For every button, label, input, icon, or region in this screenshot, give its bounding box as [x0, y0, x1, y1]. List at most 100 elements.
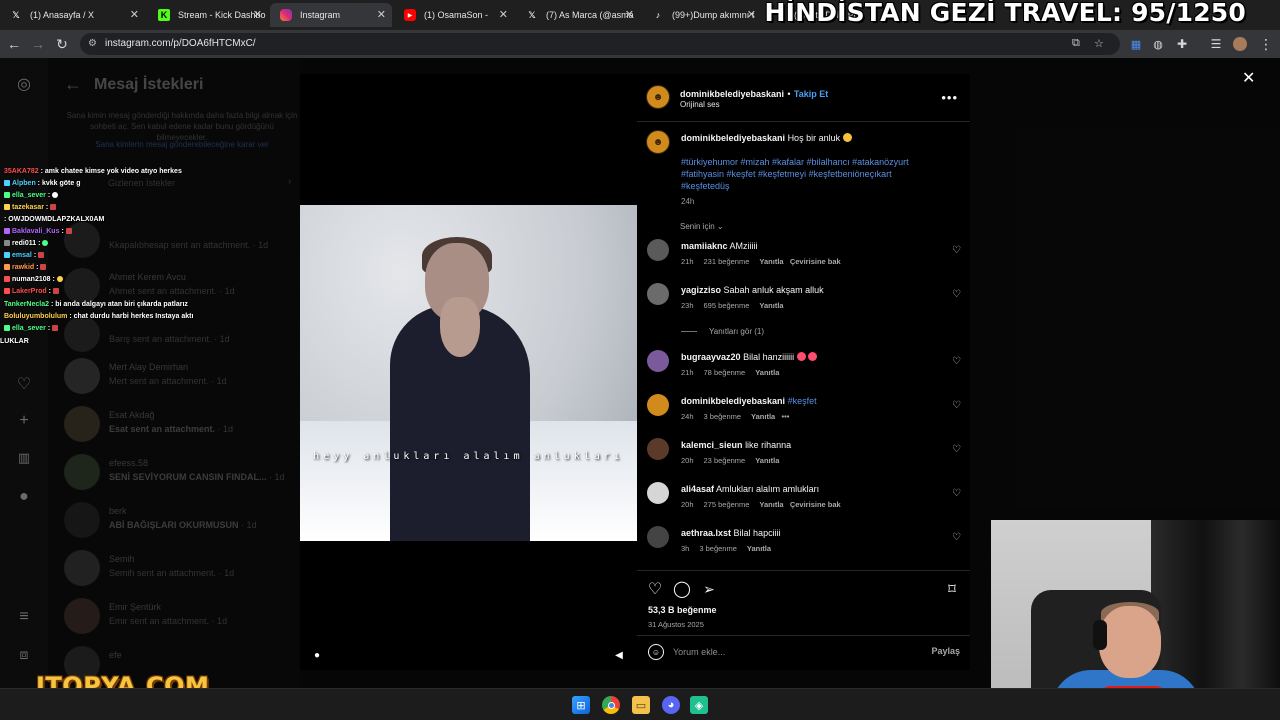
tab-label: (1) OsamaSon - — [424, 10, 489, 20]
user-tag-icon[interactable]: ● — [310, 648, 324, 662]
translate-button[interactable]: Çevirisine bak — [790, 257, 841, 266]
avatar[interactable] — [647, 350, 669, 372]
app-icon[interactable]: ◈ — [690, 696, 708, 714]
follow-button[interactable]: Takip Et — [794, 89, 828, 99]
like-comment-heart-icon[interactable]: ♡ — [952, 400, 961, 411]
volume-icon[interactable]: ◀ — [612, 648, 626, 662]
comment-input[interactable] — [673, 644, 893, 660]
comment-sort-dropdown[interactable]: Senin için ⌄ — [680, 222, 724, 231]
tab-label: (99+)Dump akımını t — [672, 10, 755, 20]
comment-bubble-icon[interactable]: ◯ — [672, 579, 692, 599]
forward-arrow-icon[interactable]: → — [28, 34, 48, 54]
avatar[interactable] — [647, 482, 669, 504]
back-arrow-icon[interactable]: ← — [4, 34, 24, 54]
reply-button[interactable]: Yanıtla — [759, 500, 783, 509]
chat-message: 35AKA782 : amk chatee kimse yok video at… — [4, 168, 182, 175]
emoji-picker-icon[interactable]: ☺ — [648, 644, 664, 660]
chat-message: Baklavali_Kus : — [4, 228, 74, 235]
post-caption: dominikbelediyebaskani Hoş bir anluk — [681, 132, 961, 144]
share-send-icon[interactable]: ➢ — [699, 579, 719, 599]
close-icon[interactable]: ✕ — [625, 8, 634, 21]
reply-button[interactable]: Yanıtla — [759, 301, 783, 310]
post-comment-button[interactable]: Paylaş — [931, 646, 960, 656]
chat-message: redi011 : — [4, 240, 50, 247]
reply-button[interactable]: Yanıtla — [755, 368, 779, 377]
like-comment-heart-icon[interactable]: ♡ — [952, 532, 961, 543]
tab-kick[interactable]: K Stream - Kick Dashbo ✕ — [148, 3, 268, 27]
more-options-icon[interactable]: ••• — [782, 412, 790, 421]
heart-icon[interactable]: ♡ — [14, 374, 34, 394]
audio-label[interactable]: Orijinal ses — [680, 100, 720, 109]
install-icon[interactable]: ⧉ — [1072, 37, 1080, 50]
comment-meta: 3h 3 beğenme Yanıtla — [681, 544, 772, 553]
author-username[interactable]: dominikbelediyebaskani — [680, 89, 784, 99]
extension-icon[interactable]: ▦ — [1126, 34, 1146, 54]
close-icon[interactable]: ✕ — [130, 8, 139, 21]
like-comment-heart-icon[interactable]: ♡ — [952, 289, 961, 300]
close-icon[interactable]: ✕ — [253, 8, 262, 21]
like-comment-heart-icon[interactable]: ♡ — [952, 444, 961, 455]
tab-tiktok[interactable]: ♪ (99+)Dump akımını t ✕ — [642, 3, 762, 27]
tab-as-marca[interactable]: 𝕏 (7) As Marca (@asma ✕ — [516, 3, 640, 27]
reel-video-player[interactable]: heyy anlukları alalım anlukları ● ◀ — [300, 74, 637, 670]
create-plus-icon[interactable]: + — [14, 412, 34, 432]
instagram-logo-icon[interactable]: ◎ — [14, 74, 34, 94]
comment-text: dominikbelediyebaskani #keşfet — [681, 396, 817, 406]
dashboard-icon[interactable]: ▥ — [14, 450, 34, 470]
author-avatar[interactable]: ☻ — [646, 130, 670, 154]
reply-button[interactable]: Yanıtla — [755, 456, 779, 465]
author-avatar[interactable]: ☻ — [646, 85, 670, 109]
more-options-icon[interactable]: ••• — [941, 90, 958, 105]
chrome-icon[interactable] — [602, 696, 620, 714]
tab-search-icon[interactable]: ☰ — [1206, 34, 1226, 54]
reply-button[interactable]: Yanıtla — [747, 544, 771, 553]
likes-count[interactable]: 53,3 B beğenme — [648, 605, 717, 615]
address-bar[interactable]: ⚙ instagram.com/p/DOA6fHTCMxC/ ⧉ ☆ — [80, 33, 1120, 55]
windows-start-icon[interactable]: ⊞ — [572, 696, 590, 714]
tab-youtube[interactable]: ▶ (1) OsamaSon - ✕ — [394, 3, 514, 27]
menu-dots-icon[interactable]: ⋮ — [1256, 34, 1276, 54]
reply-button[interactable]: Yanıtla — [751, 412, 775, 421]
close-modal-icon[interactable]: ✕ — [1242, 68, 1255, 88]
comment-meta: 20h 23 beğenme Yanıtla — [681, 456, 780, 465]
comment: yagizziso Sabah anluk akşam alluk 23h 695… — [647, 283, 965, 323]
chat-message: Boluluyumbolulum : chat durdu harbi herk… — [4, 313, 194, 320]
avatar[interactable] — [647, 526, 669, 548]
avatar[interactable] — [647, 239, 669, 261]
translate-button[interactable]: Çevirisine bak — [790, 500, 841, 509]
emoji-icon — [808, 352, 818, 361]
avatar[interactable] — [647, 394, 669, 416]
site-info-icon[interactable]: ⚙ — [88, 38, 100, 50]
close-icon[interactable]: ✕ — [377, 8, 386, 21]
like-comment-heart-icon[interactable]: ♡ — [952, 245, 961, 256]
like-comment-heart-icon[interactable]: ♡ — [952, 488, 961, 499]
tab-anasayfa[interactable]: 𝕏 (1) Anasayfa / X ✕ — [0, 3, 145, 27]
avatar[interactable] — [647, 438, 669, 460]
comment-meta: 24h 3 beğenme Yanıtla ••• — [681, 412, 790, 421]
like-heart-icon[interactable]: ♡ — [645, 579, 665, 599]
more-menu-icon[interactable]: ≡ — [14, 608, 34, 628]
chat-message: numan2108 : — [4, 276, 65, 283]
avatar[interactable] — [647, 283, 669, 305]
bookmark-star-icon[interactable]: ☆ — [1094, 37, 1104, 50]
bookmark-icon[interactable]: ⌑ — [942, 579, 962, 599]
profile-avatar-icon[interactable] — [1230, 34, 1250, 54]
view-replies-button[interactable]: Yanıtları gör (1) — [681, 327, 764, 336]
close-icon[interactable]: ✕ — [499, 8, 508, 21]
meta-apps-icon[interactable]: ⧈ — [14, 646, 34, 666]
file-explorer-icon[interactable]: ▭ — [632, 696, 650, 714]
reply-button[interactable]: Yanıtla — [759, 257, 783, 266]
post-hashtags[interactable]: #türkiyehumor #mizah #kafalar #bilalhanc… — [681, 156, 931, 192]
chat-message: emsal : — [4, 252, 46, 259]
profile-icon[interactable]: ● — [14, 488, 34, 508]
url-text: instagram.com/p/DOA6fHTCMxC/ — [105, 38, 256, 49]
video-frame: heyy anlukları alalım anlukları — [300, 205, 637, 541]
reload-icon[interactable]: ↻ — [52, 34, 72, 54]
extension-icon[interactable]: ◍ — [1148, 34, 1168, 54]
tab-instagram[interactable]: Instagram ✕ — [270, 3, 392, 27]
close-icon[interactable]: ✕ — [747, 8, 756, 21]
discord-icon[interactable]: ◕ — [662, 696, 680, 714]
author-line: dominikbelediyebaskani • Takip Et — [680, 86, 828, 100]
puzzle-icon[interactable]: ✚ — [1172, 34, 1192, 54]
like-comment-heart-icon[interactable]: ♡ — [952, 356, 961, 367]
